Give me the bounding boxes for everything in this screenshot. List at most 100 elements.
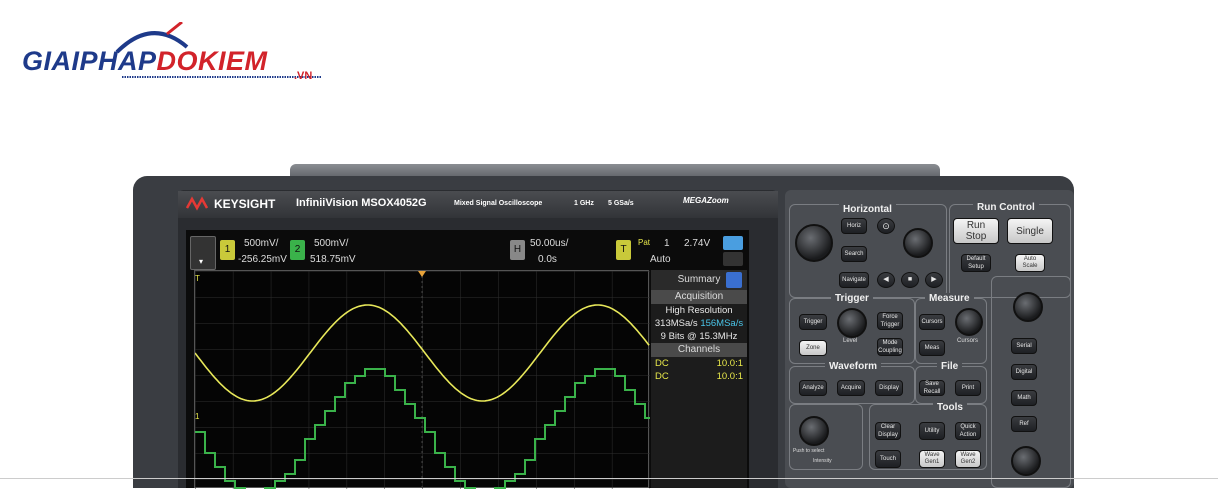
cursors-knob[interactable] — [955, 308, 983, 336]
horiz-delay: 0.0s — [538, 254, 557, 265]
digital-button[interactable]: Digital — [1011, 364, 1037, 380]
force-trigger-button[interactable]: Force Trigger — [877, 312, 903, 330]
waveform-icon[interactable] — [723, 252, 743, 266]
touch-button[interactable]: Touch — [875, 450, 901, 468]
single-button[interactable]: Single — [1007, 218, 1053, 244]
zoom-icon: ⊙ — [882, 221, 890, 231]
acquire-button[interactable]: Acquire — [837, 380, 865, 396]
horiz-button[interactable]: Horiz — [841, 218, 867, 234]
svg-text:T: T — [195, 274, 200, 283]
trigger-level-knob[interactable] — [837, 308, 867, 338]
trigger-level: 2.74V — [684, 238, 711, 249]
logo-suffix: .VN — [294, 70, 313, 82]
summary-menu-icon[interactable] — [726, 272, 742, 288]
run-stop-button[interactable]: Run Stop — [953, 218, 999, 244]
serial-button[interactable]: Serial — [1011, 338, 1037, 354]
waveform-grid: T 1 — [194, 271, 650, 494]
quick-action-button[interactable]: Quick Action — [955, 422, 981, 440]
model-name: InfiniiVision MSOX4052G — [296, 197, 427, 209]
trigger-source: 1 — [664, 238, 670, 249]
acq-bits: 9 Bits @ 15.3MHz — [660, 331, 738, 342]
horiz-badge[interactable]: H — [510, 240, 525, 260]
stop-icon: ■ — [907, 276, 913, 283]
samplerate-label: 5 GSa/s — [608, 200, 634, 207]
megazoom-label: MEGAZoom — [683, 196, 729, 205]
trigger-type: Pat — [638, 238, 651, 247]
brand-name: KEYSIGHT — [214, 197, 276, 211]
trigger-button[interactable]: Trigger — [799, 314, 827, 330]
summary-panel: Summary Acquisition High Resolution 313M… — [651, 270, 747, 488]
vertical-knob[interactable] — [1013, 292, 1043, 322]
auto-scale-button[interactable]: Auto Scale — [1015, 254, 1045, 272]
trigger-mode: Auto — [650, 254, 671, 265]
ch2-offset: 518.75mV — [310, 254, 356, 265]
mode-coupling-button[interactable]: Mode Coupling — [877, 338, 903, 356]
ch2-scale: 500mV/ — [314, 238, 349, 249]
svg-text:1: 1 — [195, 412, 200, 421]
zoom-button[interactable]: ⊙ — [877, 218, 895, 234]
cursors-button[interactable]: Cursors — [919, 314, 945, 330]
ch1-badge[interactable]: 1 — [220, 240, 235, 260]
display-screen-icon[interactable] — [723, 236, 743, 250]
horiz-scale: 50.00us/ — [530, 238, 569, 249]
horizontal-position-knob[interactable] — [903, 228, 933, 258]
control-panel: Horizontal Horiz Search ⊙ Navigate ◀ ■ ▶… — [785, 190, 1074, 488]
ch1-offset: -256.25mV — [238, 254, 287, 265]
level-label: Level — [843, 338, 858, 344]
meas-button[interactable]: Meas — [919, 340, 945, 356]
menu-button[interactable]: ▾ — [190, 236, 216, 270]
trigger-badge[interactable]: T — [616, 240, 631, 260]
brand-logo: GIAIPHAPDOKIEM .VN — [22, 22, 322, 92]
next-icon: ▶ — [931, 276, 937, 283]
cursors-knob-label: Cursors — [957, 338, 979, 344]
acq-rate-alt: 156MSa/s — [700, 318, 744, 329]
print-button[interactable]: Print — [955, 380, 981, 396]
channel-row-1: DC 10.0:1 — [655, 358, 743, 369]
vertical-position-knob[interactable] — [1011, 446, 1041, 476]
ref-button[interactable]: Ref — [1011, 416, 1037, 432]
nav-next-button[interactable]: ▶ — [925, 272, 943, 288]
waveform-plot[interactable]: T 1 — [194, 270, 650, 494]
navigate-button[interactable]: Navigate — [839, 272, 869, 288]
utility-button[interactable]: Utility — [919, 422, 945, 440]
math-button[interactable]: Math — [1011, 390, 1037, 406]
waveform-title: Waveform — [825, 361, 881, 372]
intensity-label: Intensity — [813, 458, 832, 464]
zone-button[interactable]: Zone — [799, 340, 827, 356]
measure-title: Measure — [925, 293, 974, 304]
acquisition-header: Acquisition — [651, 290, 747, 304]
menu-down-icon: ▾ — [199, 257, 204, 266]
logo-text-left: GIAIPHAP — [22, 46, 157, 76]
trigger-title: Trigger — [831, 293, 873, 304]
nav-stop-button[interactable]: ■ — [901, 272, 919, 288]
horizontal-title: Horizontal — [839, 204, 896, 215]
acquisition-mode: High Resolution — [665, 305, 733, 316]
bandwidth-label: 1 GHz — [574, 200, 594, 207]
analyze-button[interactable]: Analyze — [799, 380, 827, 396]
keysight-logo-icon — [185, 196, 209, 217]
channels-header: Channels — [651, 343, 747, 357]
search-button[interactable]: Search — [841, 246, 867, 262]
file-title: File — [937, 361, 963, 372]
acq-rate-main: 313MSa/s — [654, 318, 698, 329]
model-subtitle: Mixed Signal Oscilloscope — [454, 200, 543, 207]
entry-knob[interactable] — [799, 416, 829, 446]
wave-gen2-button[interactable]: Wave Gen2 — [955, 450, 981, 468]
save-recall-button[interactable]: Save Recall — [919, 380, 945, 396]
channel-row-2: DC 10.0:1 — [655, 371, 743, 382]
ch1-scale: 500mV/ — [244, 238, 279, 249]
display-button[interactable]: Display — [875, 380, 903, 396]
prev-icon: ◀ — [883, 276, 889, 283]
push-select-label: Push to select — [793, 448, 825, 454]
wave-gen1-button[interactable]: Wave Gen1 — [919, 450, 945, 468]
page-divider — [0, 478, 1218, 479]
scope-brand-bar: KEYSIGHT InfiniiVision MSOX4052G Mixed S… — [178, 191, 778, 218]
run-control-title: Run Control — [973, 202, 1039, 213]
tools-title: Tools — [933, 402, 967, 413]
clear-display-button[interactable]: Clear Display — [875, 422, 901, 440]
horizontal-scale-knob[interactable] — [795, 224, 833, 262]
ch2-badge[interactable]: 2 — [290, 240, 305, 260]
default-setup-button[interactable]: Default Setup — [961, 254, 991, 272]
logo-text-right: DOKIEM — [156, 46, 268, 76]
nav-prev-button[interactable]: ◀ — [877, 272, 895, 288]
